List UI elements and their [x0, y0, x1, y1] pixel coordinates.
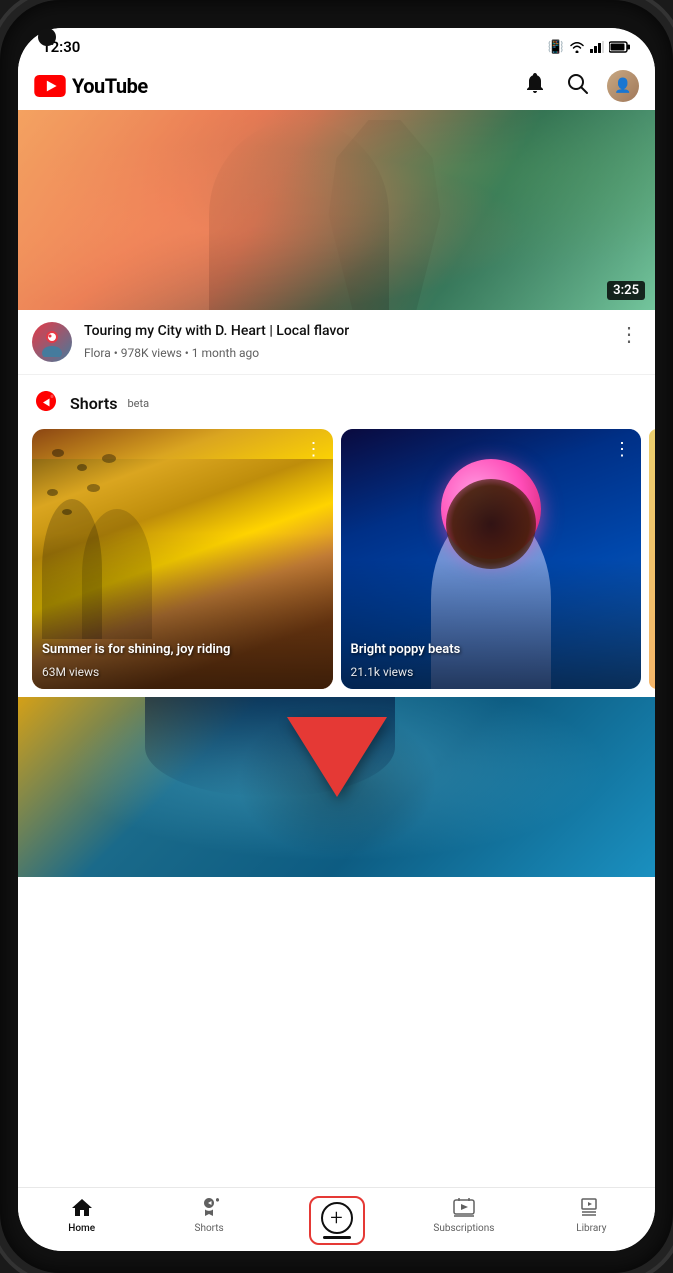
nav-subscriptions[interactable]: Subscriptions — [400, 1196, 527, 1234]
short-more-icon-1[interactable]: ⋮ — [305, 439, 323, 460]
notification-icon[interactable] — [523, 71, 547, 101]
video-details: Touring my City with D. Heart | Local fl… — [84, 322, 605, 360]
short-card-2[interactable]: ⋮ Bright poppy beats 21.1k views — [341, 429, 642, 689]
short-views-1: 63M views — [42, 665, 99, 679]
battery-icon — [609, 41, 631, 53]
next-section-thumbnail[interactable] — [18, 697, 655, 877]
video-title[interactable]: Touring my City with D. Heart | Local fl… — [84, 322, 605, 342]
shorts-grid: ⋮ Summer is for shining, joy riding 63M … — [18, 429, 655, 689]
featured-thumbnail[interactable]: 3:25 — [18, 110, 655, 310]
vibrate-icon: 📳 — [548, 40, 564, 55]
video-duration: 3:25 — [607, 281, 645, 300]
yt-logo[interactable]: YouTube — [34, 74, 148, 98]
create-plus-icon: + — [321, 1202, 353, 1234]
short-card-overflow — [649, 429, 655, 689]
create-line-decoration — [323, 1236, 351, 1239]
signal-icon — [590, 41, 604, 53]
short-title-1: Summer is for shining, joy riding — [42, 642, 323, 659]
shorts-logo-icon — [32, 389, 60, 417]
video-info-row: Touring my City with D. Heart | Local fl… — [18, 310, 655, 375]
arrow-overlay — [287, 717, 387, 797]
youtube-logo-text: YouTube — [72, 74, 148, 98]
nav-library[interactable]: Library — [528, 1196, 655, 1234]
short-card-1[interactable]: ⋮ Summer is for shining, joy riding 63M … — [32, 429, 333, 689]
shorts-beta-label: beta — [128, 397, 150, 410]
library-icon — [579, 1196, 603, 1220]
nav-home-label: Home — [68, 1223, 95, 1234]
phone-screen: 12:30 📳 — [18, 28, 655, 1251]
shorts-label: Shorts — [70, 394, 118, 413]
shorts-nav-icon — [197, 1196, 221, 1220]
video-meta: Flora • 978K views • 1 month ago — [84, 346, 605, 360]
status-icons: 📳 — [548, 40, 631, 55]
short-views-2: 21.1k views — [351, 665, 414, 679]
subscriptions-icon — [452, 1196, 476, 1220]
nav-create[interactable]: + — [273, 1196, 400, 1245]
shorts-section: Shorts beta — [18, 375, 655, 689]
search-icon[interactable] — [565, 71, 589, 101]
content-area: 3:25 Touring my City with D. Hear — [18, 110, 655, 1187]
yt-header: YouTube 👤 — [18, 62, 655, 110]
bottom-nav: Home Shorts + — [18, 1187, 655, 1251]
video-more-icon[interactable]: ⋮ — [617, 322, 641, 346]
nav-home[interactable]: Home — [18, 1196, 145, 1234]
home-icon — [70, 1196, 94, 1220]
user-avatar[interactable]: 👤 — [607, 70, 639, 102]
phone-frame: 12:30 📳 — [0, 0, 673, 1273]
youtube-logo-icon — [34, 75, 66, 97]
status-bar: 12:30 📳 — [18, 28, 655, 62]
wifi-icon — [569, 41, 585, 53]
nav-subscriptions-label: Subscriptions — [433, 1223, 494, 1234]
create-button-wrapper[interactable]: + — [309, 1196, 365, 1245]
shorts-header: Shorts beta — [18, 389, 655, 429]
red-arrow-icon — [287, 717, 387, 797]
camera-notch — [38, 28, 56, 46]
header-actions: 👤 — [523, 70, 639, 102]
short-title-2: Bright poppy beats — [351, 642, 632, 659]
short-more-icon-2[interactable]: ⋮ — [613, 439, 631, 460]
channel-avatar[interactable] — [32, 322, 72, 362]
nav-library-label: Library — [576, 1223, 606, 1234]
nav-shorts-label: Shorts — [195, 1223, 224, 1234]
nav-shorts[interactable]: Shorts — [145, 1196, 272, 1234]
